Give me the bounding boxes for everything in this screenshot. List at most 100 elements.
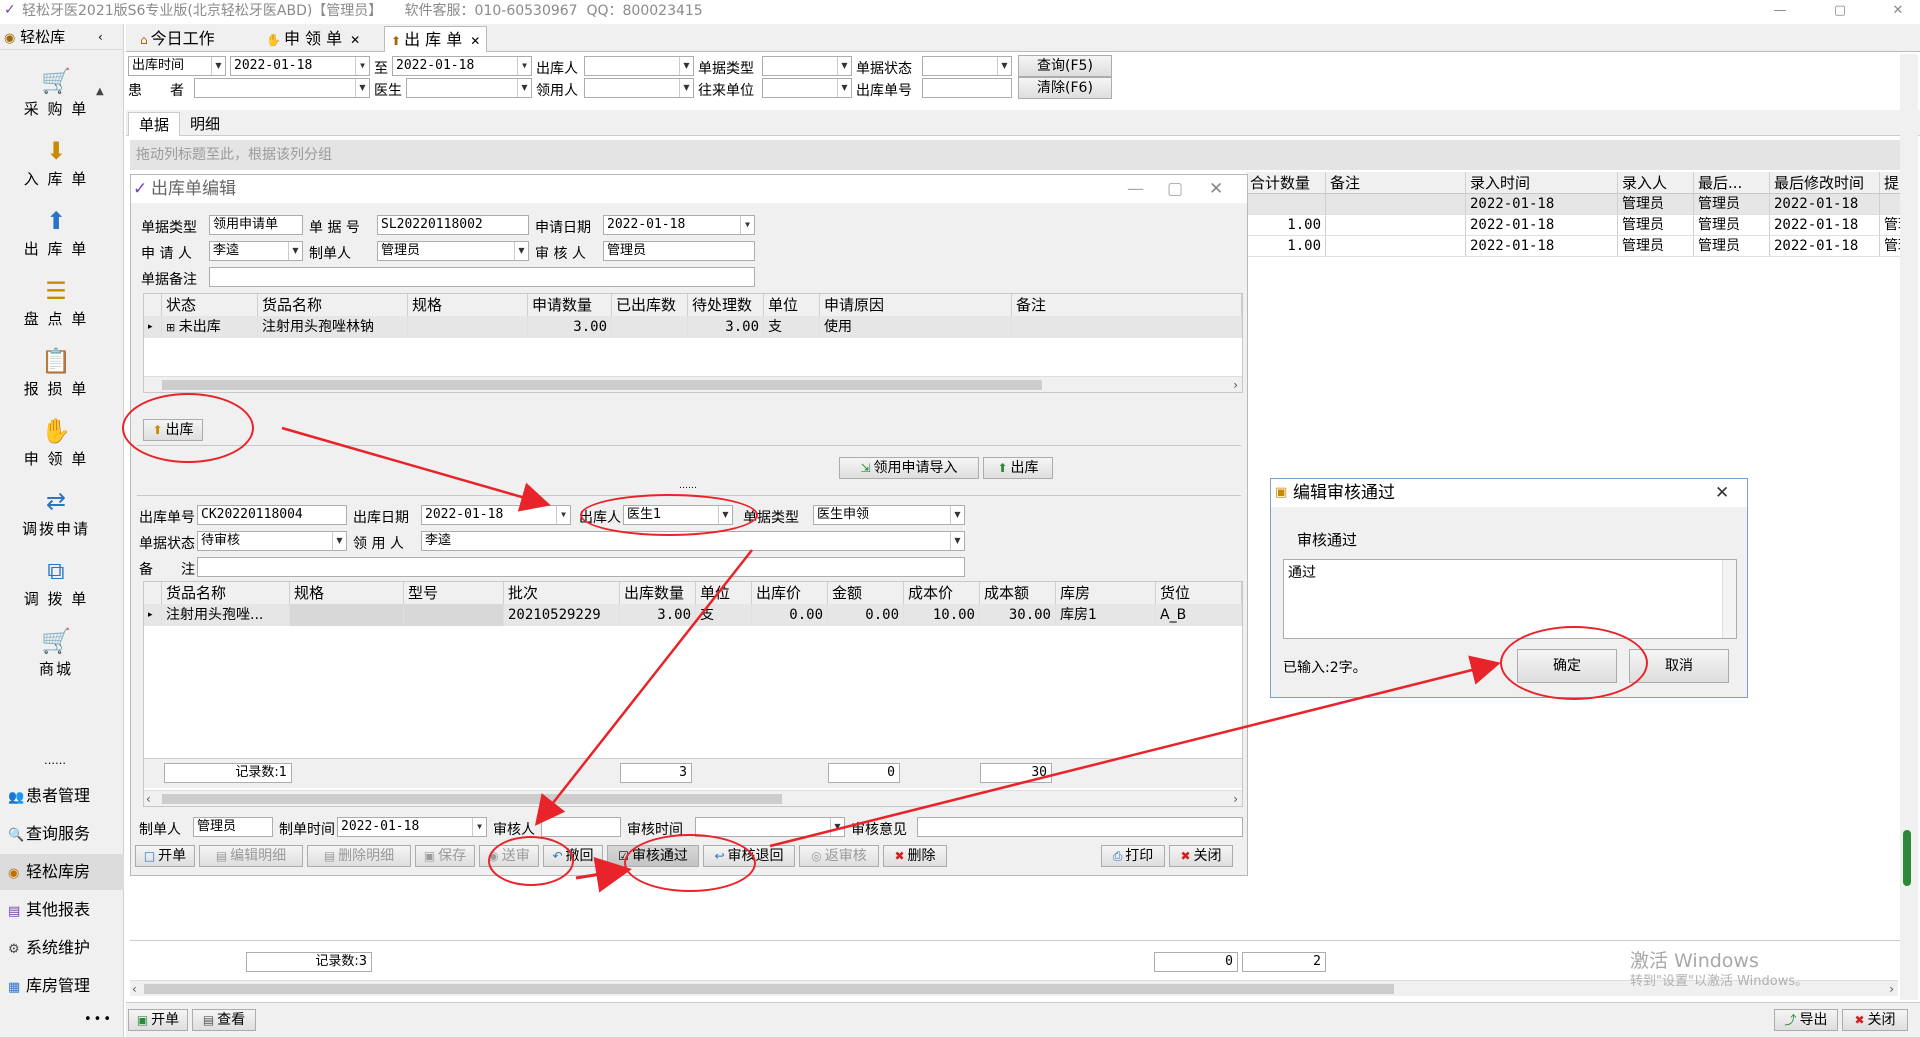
main-vscroll[interactable] [1900, 54, 1918, 1000]
nav-item-requisition[interactable]: ✋ 申 领 单 [0, 410, 112, 480]
table-row[interactable]: ▸ 注射用头孢唑... 20210529229 3.00 支 0.00 0.00… [144, 604, 1242, 626]
col-remark[interactable]: 备注 [1012, 294, 1242, 316]
nav-item-purchase[interactable]: 🛒 采 购 单 [0, 60, 112, 130]
scroll-right-icon[interactable]: › [1889, 981, 1894, 997]
sidebar-more[interactable]: ••• [84, 1012, 113, 1027]
out-person-select[interactable]: ▼ [584, 56, 694, 76]
module-store[interactable]: ▦ 库房管理 [0, 968, 124, 1004]
nav-item-transfer[interactable]: ⧉ 调 拨 单 [0, 550, 112, 620]
expand-icon[interactable]: ⊞ [166, 321, 179, 334]
col-spec[interactable]: 规格 [290, 582, 404, 604]
nav-item-loss[interactable]: 📋 报 损 单 [0, 340, 112, 410]
tab-outbound[interactable]: ⬆ 出 库 单 ✕ [384, 26, 488, 52]
col-cost-price[interactable]: 成本价 [904, 582, 980, 604]
col-amount[interactable]: 金额 [828, 582, 904, 604]
req-auditor-field[interactable]: 管理员 [603, 241, 755, 261]
nav-item-inbound[interactable]: ⬇ 入 库 单 [0, 130, 112, 200]
splitter-grip[interactable]: …… [679, 481, 697, 491]
req-grid-hscroll[interactable]: › [144, 376, 1242, 392]
partner-select[interactable]: ▼ [762, 78, 852, 98]
doc-type-select[interactable]: ▼ [762, 56, 852, 76]
col-status[interactable]: 状态 [162, 294, 258, 316]
close-dialog-icon[interactable]: ✕ [1209, 175, 1223, 203]
close-popup-icon[interactable]: ✕ [1715, 479, 1729, 507]
tab-requisition[interactable]: ✋ 申 领 单 ✕ [260, 26, 366, 52]
col-apply-qty[interactable]: 申请数量 [528, 294, 612, 316]
doc-status-select[interactable]: ▼ [922, 56, 1012, 76]
query-button[interactable]: 查询(F5) [1018, 55, 1112, 77]
nav-item-outbound[interactable]: ⬆ 出 库 单 [0, 200, 112, 270]
col-warehouse[interactable]: 库房 [1056, 582, 1156, 604]
date-from-input[interactable]: 2022-01-18 ▼ [230, 56, 370, 76]
subtab-details[interactable]: 明细 [180, 112, 230, 136]
col-shipped-qty[interactable]: 已出库数 [612, 294, 688, 316]
out-audit-opinion-field[interactable] [917, 817, 1243, 837]
close-tab-icon[interactable]: ✕ [470, 34, 480, 48]
col-entry-time[interactable]: 录入时间 [1466, 172, 1618, 193]
close-button[interactable]: ✖ 关闭 [1842, 1009, 1908, 1031]
edit-detail-button[interactable]: ▤ 编辑明细 [199, 845, 303, 867]
clear-button[interactable]: 清除(F6) [1018, 77, 1112, 99]
scroll-thumb[interactable] [1903, 830, 1911, 886]
unapprove-button[interactable]: ◎ 返审核 [799, 845, 879, 867]
dlg-close-button[interactable]: ✖ 关闭 [1169, 845, 1233, 867]
out-status-field[interactable]: 待审核 ▼ [197, 531, 347, 551]
module-system[interactable]: ⚙ 系统维护 [0, 930, 124, 966]
col-out-qty[interactable]: 出库数量 [620, 582, 696, 604]
collapse-icon[interactable]: ‹ [98, 24, 103, 50]
out-audit-time-field[interactable]: ▼ [695, 817, 845, 837]
view-button[interactable]: ▤ 查看 [192, 1009, 256, 1031]
textarea-scrollbar[interactable] [1722, 560, 1736, 638]
col-reason[interactable]: 申请原因 [820, 294, 1012, 316]
receiver-select[interactable]: ▼ [584, 78, 694, 98]
col-location[interactable]: 货位 [1156, 582, 1242, 604]
maximize-icon[interactable]: ▢ [1167, 175, 1183, 203]
req-apply-date-field[interactable]: 2022-01-18 ▼ [603, 215, 755, 235]
col-unit[interactable]: 单位 [764, 294, 820, 316]
out-doc-type-field[interactable]: 医生申领 ▼ [813, 505, 965, 525]
minimize-icon[interactable]: — [1760, 0, 1800, 24]
col-cost-amount[interactable]: 成本额 [980, 582, 1056, 604]
col-unit[interactable]: 单位 [696, 582, 752, 604]
table-row[interactable]: ▸ ⊞ 未出库 注射用头孢唑林钠 3.00 3.00 支 使用 [144, 316, 1242, 338]
col-batch[interactable]: 批次 [504, 582, 620, 604]
col-last-modify-time[interactable]: 最后修改时间 [1770, 172, 1880, 193]
req-doc-no-field[interactable]: SL20220118002 [377, 215, 529, 235]
close-tab-icon[interactable]: ✕ [350, 33, 360, 47]
scroll-left-icon[interactable]: ‹ [132, 981, 137, 997]
req-remark-field[interactable] [209, 267, 755, 287]
doctor-select[interactable]: ▼ [406, 78, 532, 98]
module-patients[interactable]: 👥 患者管理 [0, 778, 124, 814]
out-remark-field[interactable] [197, 557, 965, 577]
patient-select[interactable]: ▼ [194, 78, 370, 98]
out-maker-field[interactable]: 管理员 [193, 817, 273, 837]
print-button[interactable]: ⎙ 打印 [1101, 845, 1165, 867]
table-row[interactable]: 1.00 2022-01-18 管理员 管理员 2022-01-18 管理 [1246, 236, 1914, 257]
subtab-documents[interactable]: 单据 [128, 112, 181, 136]
out-date-field[interactable]: 2022-01-18 ▼ [421, 505, 571, 525]
delete-button[interactable]: ✖ 删除 [883, 845, 947, 867]
new-button[interactable]: ▣ 开单 [128, 1009, 188, 1031]
scroll-right-icon[interactable]: › [1233, 791, 1238, 807]
save-button[interactable]: ▣ 保存 [415, 845, 475, 867]
scroll-thumb[interactable] [162, 794, 782, 804]
col-entry-person[interactable]: 录入人 [1618, 172, 1694, 193]
scroll-thumb[interactable] [144, 984, 1394, 994]
tab-today[interactable]: ⌂ 今日工作 [134, 26, 221, 52]
col-spec[interactable]: 规格 [408, 294, 528, 316]
out-make-time-field[interactable]: 2022-01-18 ▼ [337, 817, 487, 837]
scroll-thumb[interactable] [162, 380, 1042, 390]
out-grid-hscroll[interactable]: ‹ › [144, 790, 1242, 806]
nav-item-transfer-request[interactable]: ⇄ 调拨申请 [0, 480, 112, 550]
minimize-icon[interactable]: — [1127, 175, 1144, 203]
col-item-name[interactable]: 货品名称 [162, 582, 290, 604]
import-requisition-button[interactable]: ⇲ 领用申请导入 [839, 457, 979, 479]
scroll-left-icon[interactable]: ‹ [146, 791, 151, 807]
sidebar-header[interactable]: ◉ 轻松库 ‹ [0, 24, 124, 50]
module-warehouse[interactable]: ◉ 轻松库房 [0, 854, 124, 890]
out-auditor-field[interactable] [541, 817, 621, 837]
col-out-price[interactable]: 出库价 [752, 582, 828, 604]
export-button[interactable]: ⤴ 导出 [1774, 1009, 1838, 1031]
dlg-new-button[interactable]: □ 开单 [135, 845, 195, 867]
nav-item-stocktake[interactable]: ☰ 盘 点 单 [0, 270, 112, 340]
